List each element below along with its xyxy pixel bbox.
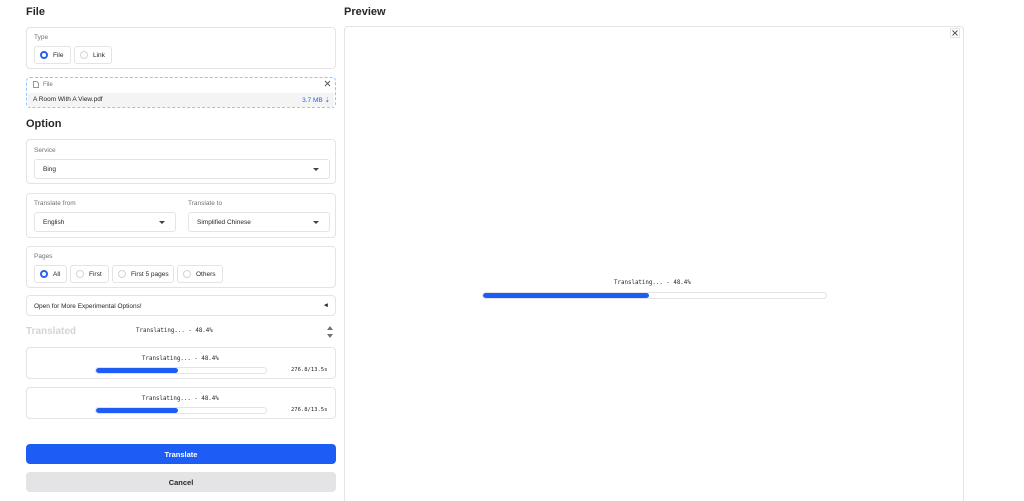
type-option-file[interactable]: File xyxy=(34,46,71,64)
clear-file-button[interactable] xyxy=(323,79,332,88)
service-label: Service xyxy=(34,147,56,154)
collapse-arrow-icon: ◄ xyxy=(322,302,329,309)
service-panel: Service Bing xyxy=(26,139,336,184)
file-name: A Room With A View.pdf xyxy=(33,96,103,103)
progress-bar xyxy=(95,407,267,414)
preview-progress-fill xyxy=(483,293,649,298)
close-icon xyxy=(324,80,331,87)
radio-unselected-icon xyxy=(118,270,126,278)
chevron-down-icon xyxy=(313,221,319,224)
type-label: Type xyxy=(34,34,49,41)
pages-label: Pages xyxy=(34,253,53,260)
translate-to-label: Translate to xyxy=(188,200,223,207)
service-dropdown[interactable]: Bing xyxy=(34,159,330,179)
file-size-download-link[interactable]: 3.7 MB ⇣ xyxy=(302,96,330,104)
preview-progress-bar xyxy=(482,292,827,299)
file-section-title: File xyxy=(26,6,45,18)
pages-option-all[interactable]: All xyxy=(34,265,67,283)
output-timer: 276.8/13.5s xyxy=(291,407,328,413)
close-icon xyxy=(952,30,958,36)
radio-selected-icon xyxy=(40,51,48,59)
close-preview-button[interactable] xyxy=(950,28,960,38)
type-panel: Type File Link xyxy=(26,27,336,69)
cancel-button[interactable]: Cancel xyxy=(26,472,336,492)
file-icon xyxy=(33,81,39,88)
progress-fill xyxy=(96,368,179,373)
preview-section-title: Preview xyxy=(344,6,386,18)
progress-fill xyxy=(96,408,179,413)
translate-from-value: English xyxy=(43,218,65,226)
pages-option-first-5[interactable]: First 5 pages xyxy=(112,265,174,283)
preview-panel: Translating... - 48.4% xyxy=(344,26,964,501)
output-timer: 276.8/13.5s xyxy=(291,367,328,373)
translated-output-dual: Translating... - 48.4% 276.8/13.5s xyxy=(26,387,336,419)
translate-to-dropdown[interactable]: Simplified Chinese xyxy=(188,212,330,232)
file-row[interactable]: A Room With A View.pdf 3.7 MB ⇣ xyxy=(28,93,334,107)
translate-button[interactable]: Translate xyxy=(26,444,336,464)
file-box-label: File xyxy=(43,81,53,88)
service-value: Bing xyxy=(43,165,57,173)
translated-output-mono: Translating... - 48.4% 276.8/13.5s xyxy=(26,347,336,379)
pages-option-label: First 5 pages xyxy=(131,270,169,278)
sort-icon xyxy=(327,326,333,338)
pages-option-first[interactable]: First xyxy=(70,265,109,283)
translated-status: Translating... - 48.4% xyxy=(136,328,213,334)
type-option-label: File xyxy=(53,51,64,59)
chevron-down-icon xyxy=(313,168,319,171)
radio-unselected-icon xyxy=(76,270,84,278)
pages-option-label: All xyxy=(53,270,61,278)
output-status: Translating... - 48.4% xyxy=(142,396,219,402)
option-section-title: Option xyxy=(26,118,62,130)
pages-panel: Pages All First First 5 pages Others xyxy=(26,246,336,288)
file-upload-box: File A Room With A View.pdf 3.7 MB ⇣ xyxy=(26,77,336,108)
radio-unselected-icon xyxy=(183,270,191,278)
pages-option-others[interactable]: Others xyxy=(177,265,223,283)
radio-selected-icon xyxy=(40,270,48,278)
translate-from-label: Translate from xyxy=(34,200,76,207)
radio-unselected-icon xyxy=(80,51,88,59)
pages-option-label: Others xyxy=(196,270,216,278)
experimental-options-label: Open for More Experimental Options! xyxy=(34,303,142,310)
translate-to-value: Simplified Chinese xyxy=(197,218,251,226)
preview-status: Translating... - 48.4% xyxy=(614,280,691,286)
type-option-link[interactable]: Link xyxy=(74,46,112,64)
type-option-label: Link xyxy=(93,51,105,59)
experimental-options-toggle[interactable]: Open for More Experimental Options! ◄ xyxy=(26,295,336,316)
translate-from-dropdown[interactable]: English xyxy=(34,212,176,232)
chevron-down-icon xyxy=(159,221,165,224)
language-panel: Translate from English Translate to Simp… xyxy=(26,193,336,238)
progress-bar xyxy=(95,367,267,374)
sort-arrows[interactable] xyxy=(326,325,334,339)
pages-option-label: First xyxy=(89,270,102,278)
translated-title: Translated xyxy=(26,326,77,337)
output-status: Translating... - 48.4% xyxy=(142,356,219,362)
